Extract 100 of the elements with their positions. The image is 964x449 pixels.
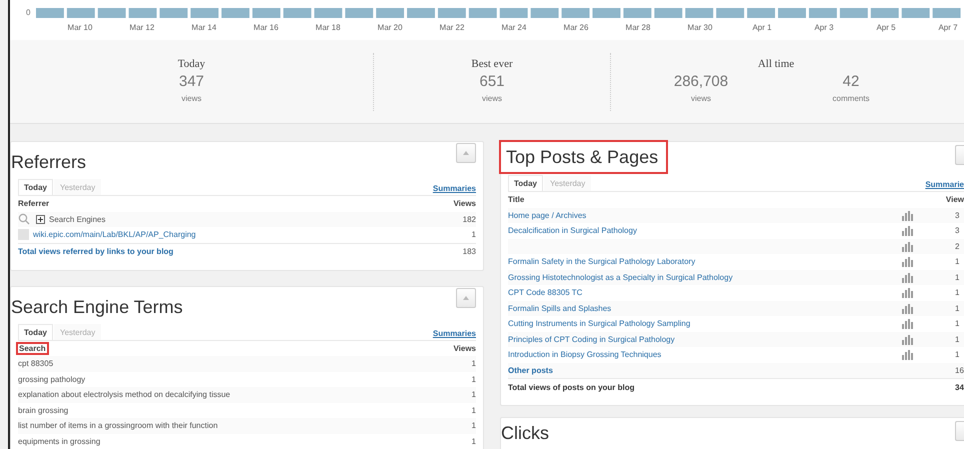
- summaries-link[interactable]: Summaries: [432, 184, 476, 195]
- post-link[interactable]: Decalcification in Surgical Pathology: [508, 226, 637, 236]
- search-term: list number of items in a grossingroom with their function: [18, 421, 218, 430]
- favicon-icon: [18, 229, 29, 240]
- view-count: 1: [955, 257, 960, 266]
- stat-title: Best ever: [470, 58, 514, 70]
- axis-label: Mar 22: [438, 23, 466, 32]
- tab[interactable]: Today: [18, 324, 53, 340]
- axis-label: Mar 20: [376, 23, 404, 32]
- post-link[interactable]: Grossing Histotechnologist as a Specialty in Surgical Pathology: [508, 272, 733, 282]
- other-posts-link[interactable]: Other posts: [508, 366, 553, 375]
- axis-label: Mar 28: [624, 23, 652, 32]
- view-count: 183: [462, 247, 476, 256]
- view-count: 1: [955, 334, 960, 344]
- collapse-icon: [463, 151, 469, 155]
- column-header: Views: [453, 199, 476, 208]
- axis-label: Mar 10: [66, 23, 94, 32]
- bar-chart-icon[interactable]: [902, 318, 913, 330]
- axis-label: Mar 12: [128, 23, 156, 32]
- bar-chart-icon[interactable]: [902, 210, 913, 221]
- tab[interactable]: Today: [508, 175, 543, 191]
- search-term: grossing pathology: [18, 374, 86, 384]
- stat-title: Today: [176, 58, 206, 70]
- view-count: 1: [955, 288, 960, 298]
- total-label: Total views of posts on your blog: [508, 382, 635, 392]
- bar-chart-icon[interactable]: [902, 225, 913, 236]
- view-count: 3: [955, 226, 960, 236]
- stat-value: 347: [178, 73, 206, 90]
- collapse-button[interactable]: [955, 421, 964, 441]
- referrer-link[interactable]: wiki.epic.com/main/Lab/BKL/AP/AP_Charging: [33, 230, 196, 240]
- column-header: View: [946, 195, 964, 204]
- stat-label: views: [480, 94, 503, 103]
- panel-title: Clicks: [501, 422, 550, 444]
- axis-label: Apr 3: [813, 23, 835, 32]
- bar-chart-icon[interactable]: [902, 272, 913, 283]
- bar-chart-icon[interactable]: [902, 240, 913, 252]
- column-header: Referrer: [18, 199, 50, 208]
- stat-value: 42: [842, 73, 860, 90]
- column-header: Title: [508, 195, 524, 204]
- axis-label: Mar 24: [500, 23, 528, 32]
- axis-label: Mar 16: [252, 23, 280, 32]
- panel-title: Search Engine Terms: [11, 296, 184, 319]
- expand-icon[interactable]: [36, 214, 45, 224]
- post-link[interactable]: Formalin Spills and Splashes: [508, 304, 612, 313]
- axis-label: Mar 18: [314, 23, 342, 32]
- summaries-link[interactable]: Summarie: [925, 180, 964, 191]
- stat-label: views: [180, 94, 202, 103]
- stat-value: 286,708: [672, 73, 730, 90]
- collapse-button[interactable]: [456, 288, 476, 308]
- axis-label: Mar 14: [190, 23, 218, 32]
- view-count: 1: [472, 406, 476, 415]
- post-link[interactable]: CPT Code 88305 TC: [508, 288, 582, 298]
- view-count: 2: [955, 242, 960, 251]
- view-count: 1: [955, 350, 960, 360]
- bar-chart-icon[interactable]: [902, 334, 913, 345]
- panel-title: Top Posts & Pages: [501, 142, 666, 172]
- post-link[interactable]: Formalin Safety in the Surgical Pathology Laboratory: [508, 257, 696, 266]
- tab[interactable]: Today: [18, 179, 53, 195]
- collapse-button[interactable]: [456, 143, 476, 163]
- bar-chart-icon[interactable]: [902, 256, 913, 268]
- search-term: explanation about electrolysis method on decalcifying tissue: [18, 390, 230, 400]
- stat-title: All time: [756, 58, 796, 70]
- post-link[interactable]: Introduction in Biopsy Grossing Techniques: [508, 350, 662, 360]
- view-count: 1: [472, 421, 476, 430]
- search-term: cpt 88305: [18, 359, 54, 368]
- view-count: 3: [955, 210, 960, 220]
- axis-label: Apr 5: [875, 23, 897, 32]
- post-link[interactable]: Principles of CPT Coding in Surgical Pathology: [508, 334, 675, 344]
- summaries-link[interactable]: Summaries: [432, 328, 476, 340]
- stat-value: 651: [478, 73, 506, 90]
- referrer-label: Search Engines: [49, 214, 106, 224]
- axis-label: Mar 30: [686, 23, 714, 32]
- view-count: 1: [955, 272, 960, 282]
- view-count: 182: [462, 214, 476, 224]
- bar-chart-icon[interactable]: [902, 287, 913, 298]
- view-count: 1: [955, 319, 960, 328]
- column-header: Views: [453, 344, 476, 353]
- view-count: 1: [955, 304, 960, 313]
- search-icon: [18, 213, 30, 226]
- bar-chart-icon[interactable]: [902, 349, 913, 360]
- stat-label: comments: [832, 94, 870, 103]
- view-count: 1: [472, 436, 476, 446]
- collapse-icon: [463, 296, 469, 300]
- view-count: 1: [472, 359, 476, 368]
- search-term: brain grossing: [18, 406, 68, 415]
- view-count: 1: [472, 230, 476, 240]
- total-link[interactable]: Total views referred by links to your blog: [18, 247, 174, 256]
- axis-label: Apr 1: [751, 23, 773, 32]
- post-link[interactable]: Cutting Instruments in Surgical Pathology Sampling: [508, 319, 690, 328]
- search-term: equipments in grossing: [18, 436, 100, 446]
- view-count: 1: [472, 374, 476, 384]
- post-link[interactable]: Home page / Archives: [508, 210, 586, 220]
- axis-label: Mar 26: [562, 23, 590, 32]
- bar-chart-icon[interactable]: [902, 302, 913, 314]
- collapse-button[interactable]: [955, 145, 964, 165]
- view-count: 34: [955, 382, 964, 392]
- axis-label: 0: [26, 8, 30, 18]
- stat-label: views: [690, 94, 712, 103]
- axis-label: Apr 7: [937, 23, 959, 32]
- panel-title: Referrers: [11, 151, 88, 174]
